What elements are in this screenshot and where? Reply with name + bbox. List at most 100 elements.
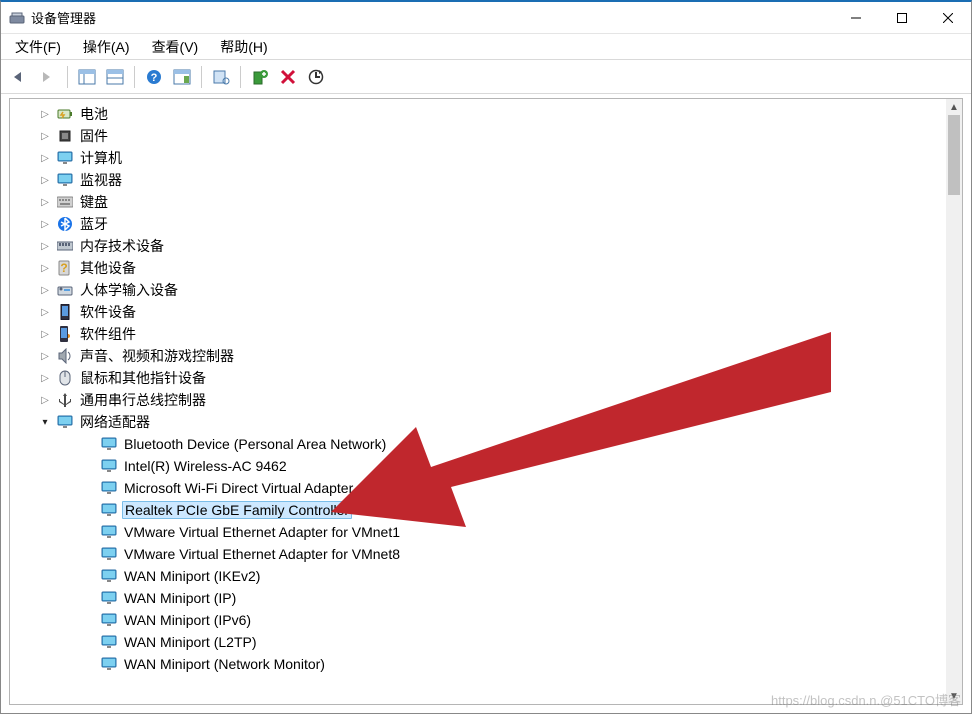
network-adapter-icon	[100, 634, 118, 650]
tree-item-usb[interactable]: ▷ 通用串行总线控制器	[10, 389, 946, 411]
vertical-scrollbar[interactable]: ▲ ▼	[946, 99, 962, 704]
tree-item-label: 网络适配器	[78, 412, 152, 432]
tree-item-battery[interactable]: ▷电池	[10, 103, 946, 125]
memory-icon	[56, 238, 74, 254]
view-panel-button[interactable]	[74, 64, 100, 90]
monitor-icon	[56, 150, 74, 166]
help-button[interactable]: ?	[141, 64, 167, 90]
monitor-icon	[56, 414, 74, 430]
network-adapter-item[interactable]: WAN Miniport (Network Monitor)	[10, 653, 946, 675]
expand-icon[interactable]: ▷	[38, 153, 52, 164]
app-icon	[9, 10, 25, 26]
tree-item-phone[interactable]: ▷软件设备	[10, 301, 946, 323]
svg-text:?: ?	[60, 261, 67, 275]
maximize-button[interactable]	[879, 2, 925, 34]
tree-item-label: 软件组件	[78, 324, 138, 344]
expand-icon[interactable]: ▷	[38, 329, 52, 340]
adapter-label: Intel(R) Wireless-AC 9462	[122, 458, 289, 474]
menu-bar: 文件(F) 操作(A) 查看(V) 帮助(H)	[1, 34, 971, 60]
menu-view[interactable]: 查看(V)	[148, 35, 203, 59]
network-adapter-item[interactable]: Microsoft Wi-Fi Direct Virtual Adapter	[10, 477, 946, 499]
tree-item-speaker[interactable]: ▷ 声音、视频和游戏控制器	[10, 345, 946, 367]
network-adapter-icon	[100, 524, 118, 540]
adapter-label: WAN Miniport (IKEv2)	[122, 568, 262, 584]
network-adapter-item[interactable]: WAN Miniport (IPv6)	[10, 609, 946, 631]
minimize-button[interactable]	[833, 2, 879, 34]
tree-item-chip[interactable]: ▷ 固件	[10, 125, 946, 147]
network-adapter-item[interactable]: WAN Miniport (L2TP)	[10, 631, 946, 653]
separator	[134, 66, 135, 88]
expand-icon[interactable]: ▷	[38, 285, 52, 296]
phone-icon	[56, 304, 74, 320]
view-details-button[interactable]	[169, 64, 195, 90]
menu-help[interactable]: 帮助(H)	[216, 35, 271, 59]
scan-hardware-button[interactable]	[208, 64, 234, 90]
network-adapter-item[interactable]: WAN Miniport (IP)	[10, 587, 946, 609]
network-adapter-item[interactable]: Bluetooth Device (Personal Area Network)	[10, 433, 946, 455]
adapter-label: VMware Virtual Ethernet Adapter for VMne…	[122, 546, 402, 562]
expand-icon[interactable]: ▷	[38, 219, 52, 230]
tree-item-monitor[interactable]: ▷计算机	[10, 147, 946, 169]
expand-icon[interactable]: ▷	[38, 131, 52, 142]
tree-item-label: 声音、视频和游戏控制器	[78, 346, 236, 366]
network-adapter-icon	[100, 612, 118, 628]
adapter-label: WAN Miniport (IPv6)	[122, 612, 253, 628]
network-adapter-item[interactable]: VMware Virtual Ethernet Adapter for VMne…	[10, 543, 946, 565]
expand-icon[interactable]: ▷	[38, 263, 52, 274]
expand-icon[interactable]: ▷	[38, 241, 52, 252]
tree-item-hid[interactable]: ▷人体学输入设备	[10, 279, 946, 301]
tree-item-mouse[interactable]: ▷鼠标和其他指针设备	[10, 367, 946, 389]
title-bar: 设备管理器	[1, 2, 971, 34]
tree-item-question[interactable]: ▷?其他设备	[10, 257, 946, 279]
tree-item-label: 固件	[78, 126, 110, 146]
scroll-thumb[interactable]	[948, 115, 960, 195]
network-adapter-icon	[100, 656, 118, 672]
network-adapter-icon	[100, 458, 118, 474]
expand-icon[interactable]: ▷	[38, 109, 52, 120]
separator	[240, 66, 241, 88]
back-button[interactable]	[7, 64, 33, 90]
close-button[interactable]	[925, 2, 971, 34]
scroll-up-arrow[interactable]: ▲	[946, 99, 962, 115]
network-adapter-item[interactable]: VMware Virtual Ethernet Adapter for VMne…	[10, 521, 946, 543]
collapse-icon[interactable]: ▾	[38, 417, 52, 428]
tree-item-monitor[interactable]: ▷ 监视器	[10, 169, 946, 191]
view-list-button[interactable]	[102, 64, 128, 90]
forward-button[interactable]	[35, 64, 61, 90]
tree-item-keyboard[interactable]: ▷ 键盘	[10, 191, 946, 213]
bluetooth-icon	[56, 216, 74, 232]
hid-icon	[56, 282, 74, 298]
tree-item-label: 通用串行总线控制器	[78, 390, 208, 410]
menu-action[interactable]: 操作(A)	[79, 35, 134, 59]
tree-item-network-adapters[interactable]: ▾ 网络适配器	[10, 411, 946, 433]
tree-item-puzzle[interactable]: ▷ 软件组件	[10, 323, 946, 345]
refresh-button[interactable]	[303, 64, 329, 90]
expand-icon[interactable]: ▷	[38, 373, 52, 384]
menu-file[interactable]: 文件(F)	[11, 35, 65, 59]
tree-item-label: 监视器	[78, 170, 124, 190]
tree-item-memory[interactable]: ▷内存技术设备	[10, 235, 946, 257]
network-adapter-icon	[100, 480, 118, 496]
keyboard-icon	[56, 194, 74, 210]
expand-icon[interactable]: ▷	[38, 351, 52, 362]
usb-icon	[56, 392, 74, 408]
expand-icon[interactable]: ▷	[38, 175, 52, 186]
expand-icon[interactable]: ▷	[38, 307, 52, 318]
adapter-label: Realtek PCIe GbE Family Controller	[122, 501, 352, 519]
adapter-label: Microsoft Wi-Fi Direct Virtual Adapter	[122, 480, 355, 496]
tree-item-bluetooth[interactable]: ▷蓝牙	[10, 213, 946, 235]
network-adapter-icon	[100, 502, 118, 518]
network-adapter-item[interactable]: Intel(R) Wireless-AC 9462	[10, 455, 946, 477]
device-tree[interactable]: ▷电池▷固件▷计算机▷监视器▷键盘▷蓝牙▷内存技术设备▷?其他设备▷人体学输入设…	[10, 99, 946, 704]
network-adapter-item[interactable]: Realtek PCIe GbE Family Controller	[10, 499, 946, 521]
tree-item-label: 键盘	[78, 192, 110, 212]
add-hardware-button[interactable]	[247, 64, 273, 90]
scroll-down-arrow[interactable]: ▼	[946, 688, 962, 704]
network-adapter-item[interactable]: WAN Miniport (IKEv2)	[10, 565, 946, 587]
mouse-icon	[56, 370, 74, 386]
question-icon: ?	[56, 260, 74, 276]
uninstall-button[interactable]	[275, 64, 301, 90]
adapter-label: WAN Miniport (IP)	[122, 590, 238, 606]
expand-icon[interactable]: ▷	[38, 197, 52, 208]
expand-icon[interactable]: ▷	[38, 395, 52, 406]
